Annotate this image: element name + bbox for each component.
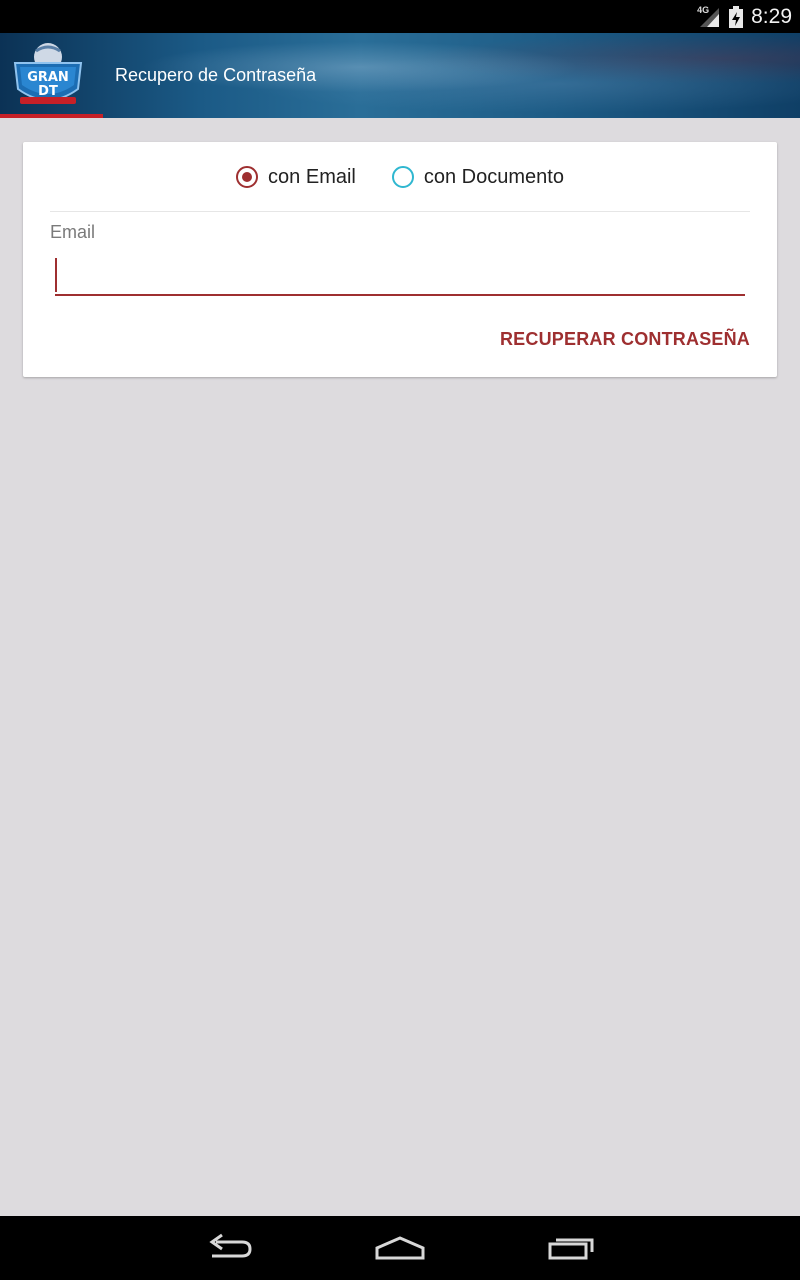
- navigation-bar: [0, 1216, 800, 1280]
- gran-dt-logo[interactable]: GRAN DT: [10, 41, 88, 109]
- radio-checked-icon[interactable]: [236, 166, 259, 188]
- status-bar: 4G 8:29: [0, 0, 800, 33]
- divider: [50, 211, 750, 212]
- email-field-underline: [55, 294, 745, 296]
- app-bar-accent: [0, 114, 103, 118]
- status-time: 8:29: [751, 4, 792, 28]
- recover-password-button[interactable]: RECUPERAR CONTRASEÑA: [500, 324, 750, 354]
- text-cursor: [55, 258, 57, 292]
- back-icon[interactable]: [200, 1232, 260, 1264]
- radio-unchecked-icon[interactable]: [391, 166, 414, 188]
- home-icon[interactable]: [370, 1232, 430, 1264]
- battery-icon: [729, 5, 744, 28]
- page-title: Recupero de Contraseña: [115, 65, 317, 85]
- email-label: Email: [50, 222, 96, 242]
- recovery-card: con Email con Documento Email RECUPERAR …: [23, 142, 777, 377]
- recent-apps-icon[interactable]: [542, 1232, 602, 1264]
- logo-text-top: GRAN: [27, 70, 69, 85]
- status-icons: 4G 8:29: [697, 0, 792, 33]
- recovery-method-group: con Email con Documento: [23, 142, 777, 212]
- network-type: 4G: [697, 4, 710, 15]
- radio-label-email: con Email: [268, 165, 356, 188]
- radio-label-document: con Documento: [423, 165, 564, 188]
- app-bar: GRAN DT Recupero de Contraseña: [0, 33, 800, 118]
- logo-text-bottom: DT: [38, 84, 58, 99]
- radio-option-document[interactable]: con Documento: [391, 165, 564, 189]
- signal-icon: 4G: [697, 4, 721, 28]
- email-field[interactable]: [55, 255, 745, 295]
- radio-option-email[interactable]: con Email: [236, 166, 356, 189]
